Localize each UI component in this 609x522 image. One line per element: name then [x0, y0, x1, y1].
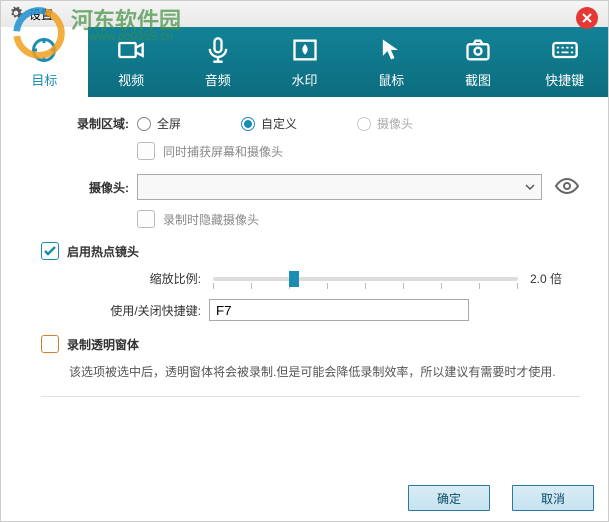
- radio-fullscreen-label: 全屏: [157, 115, 181, 132]
- tab-screenshot[interactable]: 截图: [435, 27, 522, 97]
- hotkey-label: 使用/关闭快捷键:: [97, 302, 201, 319]
- hotkey-input[interactable]: [209, 299, 469, 321]
- tab-audio-label: 音频: [205, 70, 231, 89]
- cancel-button[interactable]: 取消: [512, 485, 594, 511]
- tab-target[interactable]: 目标: [1, 27, 88, 97]
- hide-camera-label: 录制时隐藏摄像头: [163, 211, 259, 228]
- gear-icon: [9, 6, 23, 23]
- radio-webcam-label: 摄像头: [377, 115, 413, 132]
- radio-custom[interactable]: 自定义: [241, 115, 297, 132]
- transparent-window-checkbox[interactable]: 录制透明窗体: [41, 335, 580, 353]
- preview-camera-button[interactable]: [554, 177, 580, 198]
- zoom-slider[interactable]: [213, 277, 518, 281]
- transparent-window-desc: 该选项被选中后，透明窗体将会被录制.但是可能会降低录制效率，所以建议有需要时才使…: [69, 363, 580, 382]
- tab-watermark[interactable]: 水印: [261, 27, 348, 97]
- tab-watermark-label: 水印: [292, 70, 318, 89]
- ok-button[interactable]: 确定: [408, 485, 490, 511]
- tab-target-label: 目标: [31, 70, 57, 89]
- enable-hotspot-checkbox[interactable]: 启用热点镜头: [41, 242, 580, 260]
- zoom-ratio-label: 缩放比例:: [137, 270, 201, 287]
- tab-mouse-label: 鼠标: [378, 70, 404, 89]
- tabbar: 目标 视频 音频 水印 鼠标 截图 快捷键: [1, 27, 608, 97]
- tab-screenshot-label: 截图: [465, 70, 491, 89]
- zoom-value: 2.0 倍: [530, 270, 580, 287]
- capture-both-label: 同时捕获屏幕和摄像头: [163, 143, 283, 160]
- radio-fullscreen[interactable]: 全屏: [137, 115, 181, 132]
- hide-camera-checkbox[interactable]: 录制时隐藏摄像头: [137, 210, 580, 228]
- recording-area-label: 录制区域:: [41, 115, 129, 132]
- tab-hotkey-label: 快捷键: [545, 70, 584, 89]
- tab-mouse[interactable]: 鼠标: [348, 27, 435, 97]
- tab-audio[interactable]: 音频: [174, 27, 261, 97]
- camera-dropdown[interactable]: [137, 174, 542, 200]
- content-pane: 录制区域: 全屏 自定义 摄像头 同时捕获屏幕和摄像头 摄像头:: [1, 97, 608, 423]
- tab-video[interactable]: 视频: [88, 27, 175, 97]
- capture-both-checkbox[interactable]: 同时捕获屏幕和摄像头: [137, 142, 580, 160]
- chevron-down-icon: [525, 182, 535, 192]
- window-title: 设置: [29, 6, 53, 23]
- radio-custom-label: 自定义: [261, 115, 297, 132]
- enable-hotspot-label: 启用热点镜头: [67, 243, 139, 260]
- tab-hotkey[interactable]: 快捷键: [521, 27, 608, 97]
- titlebar: 设置: [1, 1, 608, 27]
- footer: 确定 取消: [408, 485, 594, 511]
- radio-webcam: 摄像头: [357, 115, 413, 132]
- camera-label: 摄像头:: [41, 179, 129, 196]
- zoom-slider-thumb[interactable]: [289, 271, 299, 287]
- divider: [41, 396, 580, 397]
- close-button[interactable]: [576, 7, 598, 29]
- transparent-window-label: 录制透明窗体: [67, 336, 139, 353]
- tab-video-label: 视频: [118, 70, 144, 89]
